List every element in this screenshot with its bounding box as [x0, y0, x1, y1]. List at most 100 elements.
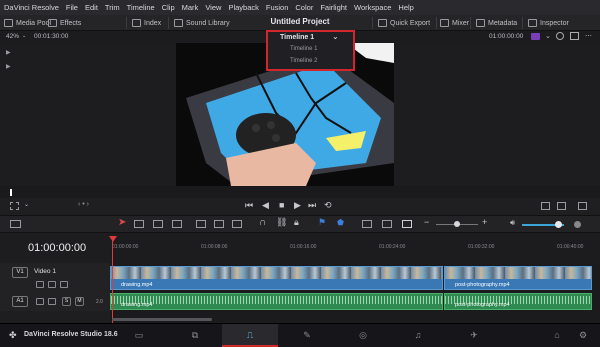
fullscreen-icon[interactable]	[541, 202, 550, 210]
zoom-custom-icon[interactable]	[402, 220, 412, 228]
clip-color-icon[interactable]	[531, 33, 540, 40]
edit-page-icon[interactable]: ⎍	[244, 330, 256, 340]
menu-edit[interactable]: Edit	[85, 3, 98, 12]
timeline-option[interactable]: Timeline 1	[290, 46, 317, 52]
viewer-layout-icon[interactable]	[578, 202, 587, 210]
media-page-icon[interactable]: ▭	[133, 330, 145, 340]
replace-clip-icon[interactable]	[232, 220, 242, 228]
linked-selection-icon[interactable]: ⛓	[276, 217, 287, 228]
loop-icon[interactable]: ⟲	[324, 200, 332, 211]
blade-edit-icon[interactable]	[172, 220, 182, 228]
chevron-down-icon[interactable]: ⌄	[22, 33, 26, 39]
zoom-full-icon[interactable]	[362, 220, 372, 228]
fusion-page-icon[interactable]: ✎	[301, 330, 313, 340]
timeline-options-icon[interactable]	[10, 220, 21, 228]
video-clip[interactable]: post-photography.mp4	[444, 266, 592, 290]
chevron-down-icon[interactable]: ⌄	[545, 32, 551, 40]
menu-playback[interactable]: Playback	[228, 3, 258, 12]
position-lock-icon[interactable]: 🔒︎	[294, 217, 299, 228]
settings-gear-icon[interactable]: ⚙	[577, 330, 589, 340]
audio-clip-name: post-photography.mp4	[455, 302, 510, 308]
solo-button[interactable]: S	[62, 297, 71, 306]
selection-icon[interactable]	[10, 202, 19, 210]
menu-file[interactable]: File	[66, 3, 78, 12]
media-pool-button[interactable]: Media Pool	[4, 17, 51, 29]
lock-track-icon[interactable]	[36, 298, 44, 305]
menu-view[interactable]: View	[205, 3, 221, 12]
index-button[interactable]: Index	[132, 17, 161, 29]
auto-select-icon[interactable]	[48, 281, 56, 288]
playhead-line[interactable]	[112, 240, 113, 323]
fairlight-page-icon[interactable]: ♫	[412, 330, 424, 340]
zoom-in-icon[interactable]: +	[482, 217, 487, 227]
audio-track-id[interactable]: A1	[12, 296, 28, 307]
scrub-bar[interactable]	[0, 186, 600, 198]
metadata-button[interactable]: Metadata	[476, 17, 517, 29]
cut-page-icon[interactable]: ⧉	[189, 330, 201, 340]
viewer-mode-icon[interactable]	[557, 202, 566, 210]
menu-fusion[interactable]: Fusion	[266, 3, 289, 12]
menu-clip[interactable]: Clip	[162, 3, 175, 12]
auto-select-icon[interactable]	[48, 298, 56, 305]
timeline-scrollbar[interactable]	[112, 318, 212, 321]
inspector-button[interactable]: Inspector	[528, 17, 569, 29]
more-options-icon[interactable]: ⋯	[585, 32, 592, 40]
skip-to-start-icon[interactable]: ⏮	[245, 200, 253, 211]
chevron-down-icon[interactable]: ⌄	[332, 32, 339, 41]
menu-workspace[interactable]: Workspace	[354, 3, 391, 12]
lock-track-icon[interactable]	[36, 281, 44, 288]
menu-timeline[interactable]: Timeline	[127, 3, 155, 12]
play-marker-icon[interactable]: ▶	[6, 63, 11, 70]
monitor-icon[interactable]	[570, 32, 579, 40]
quick-export-button[interactable]: Quick Export	[378, 17, 430, 29]
play-marker-icon[interactable]: ▶	[6, 49, 11, 56]
menu-davinci-resolve[interactable]: DaVinci Resolve	[4, 3, 59, 12]
video-clip[interactable]: drawing.mp4	[110, 266, 443, 290]
media-pool-icon	[4, 19, 13, 27]
timeline-ruler[interactable]	[110, 233, 600, 263]
effects-button[interactable]: Effects	[48, 17, 81, 29]
safe-area-icon[interactable]	[556, 32, 564, 40]
timeline-dropdown[interactable]: Timeline 1 ⌄ Timeline 1 Timeline 2	[266, 30, 355, 71]
video-track-id[interactable]: V1	[12, 267, 28, 278]
volume-slider-handle[interactable]	[555, 221, 562, 228]
color-page-icon[interactable]: ◎	[357, 330, 369, 340]
menu-color[interactable]: Color	[295, 3, 313, 12]
insert-clip-icon[interactable]	[196, 220, 206, 228]
skip-to-end-icon[interactable]: ⏭	[308, 200, 316, 211]
track-visibility-icon[interactable]	[60, 281, 68, 288]
flag-icon[interactable]: ⚑	[318, 217, 326, 228]
menu-help[interactable]: Help	[398, 3, 413, 12]
zoom-out-icon[interactable]: −	[424, 217, 429, 227]
stop-icon[interactable]: ■	[279, 200, 284, 210]
volume-icon[interactable]: 🔊︎	[510, 218, 515, 228]
audio-meter-icon[interactable]	[574, 221, 581, 228]
dynamic-trim-icon[interactable]	[153, 220, 163, 228]
deliver-page-icon[interactable]: ✈	[468, 330, 480, 340]
menu-trim[interactable]: Trim	[105, 3, 120, 12]
audio-clip[interactable]: drawing.mp4	[110, 293, 443, 310]
zoom-level[interactable]: 42%	[6, 33, 19, 40]
trim-edit-icon[interactable]	[134, 220, 144, 228]
playhead-marker[interactable]	[109, 236, 117, 242]
sound-library-button[interactable]: Sound Library	[174, 17, 230, 29]
mixer-button[interactable]: Mixer	[440, 17, 469, 29]
scrub-playhead[interactable]	[10, 189, 12, 196]
zoom-detail-icon[interactable]	[382, 220, 392, 228]
reverse-play-icon[interactable]: ◀	[262, 200, 269, 211]
chevron-down-icon[interactable]: ⌄	[24, 201, 29, 208]
menu-fairlight[interactable]: Fairlight	[320, 3, 347, 12]
mute-button[interactable]: M	[75, 297, 84, 306]
selection-mode-icon[interactable]: ➤	[118, 217, 126, 228]
home-icon[interactable]: ⌂	[551, 330, 563, 340]
audio-clip[interactable]: post-photography.mp4	[444, 293, 592, 310]
marker-icon[interactable]: ⬟	[337, 218, 344, 227]
play-icon[interactable]: ▶	[294, 200, 301, 211]
snapping-icon[interactable]: ∩	[259, 217, 266, 228]
timeline-selector-label[interactable]: Timeline 1	[280, 34, 314, 41]
jog-control-icon[interactable]: ‹ • ›	[78, 201, 89, 208]
overwrite-clip-icon[interactable]	[214, 220, 224, 228]
timeline-option[interactable]: Timeline 2	[290, 58, 317, 64]
menu-mark[interactable]: Mark	[182, 3, 199, 12]
zoom-slider-handle[interactable]	[454, 221, 460, 227]
